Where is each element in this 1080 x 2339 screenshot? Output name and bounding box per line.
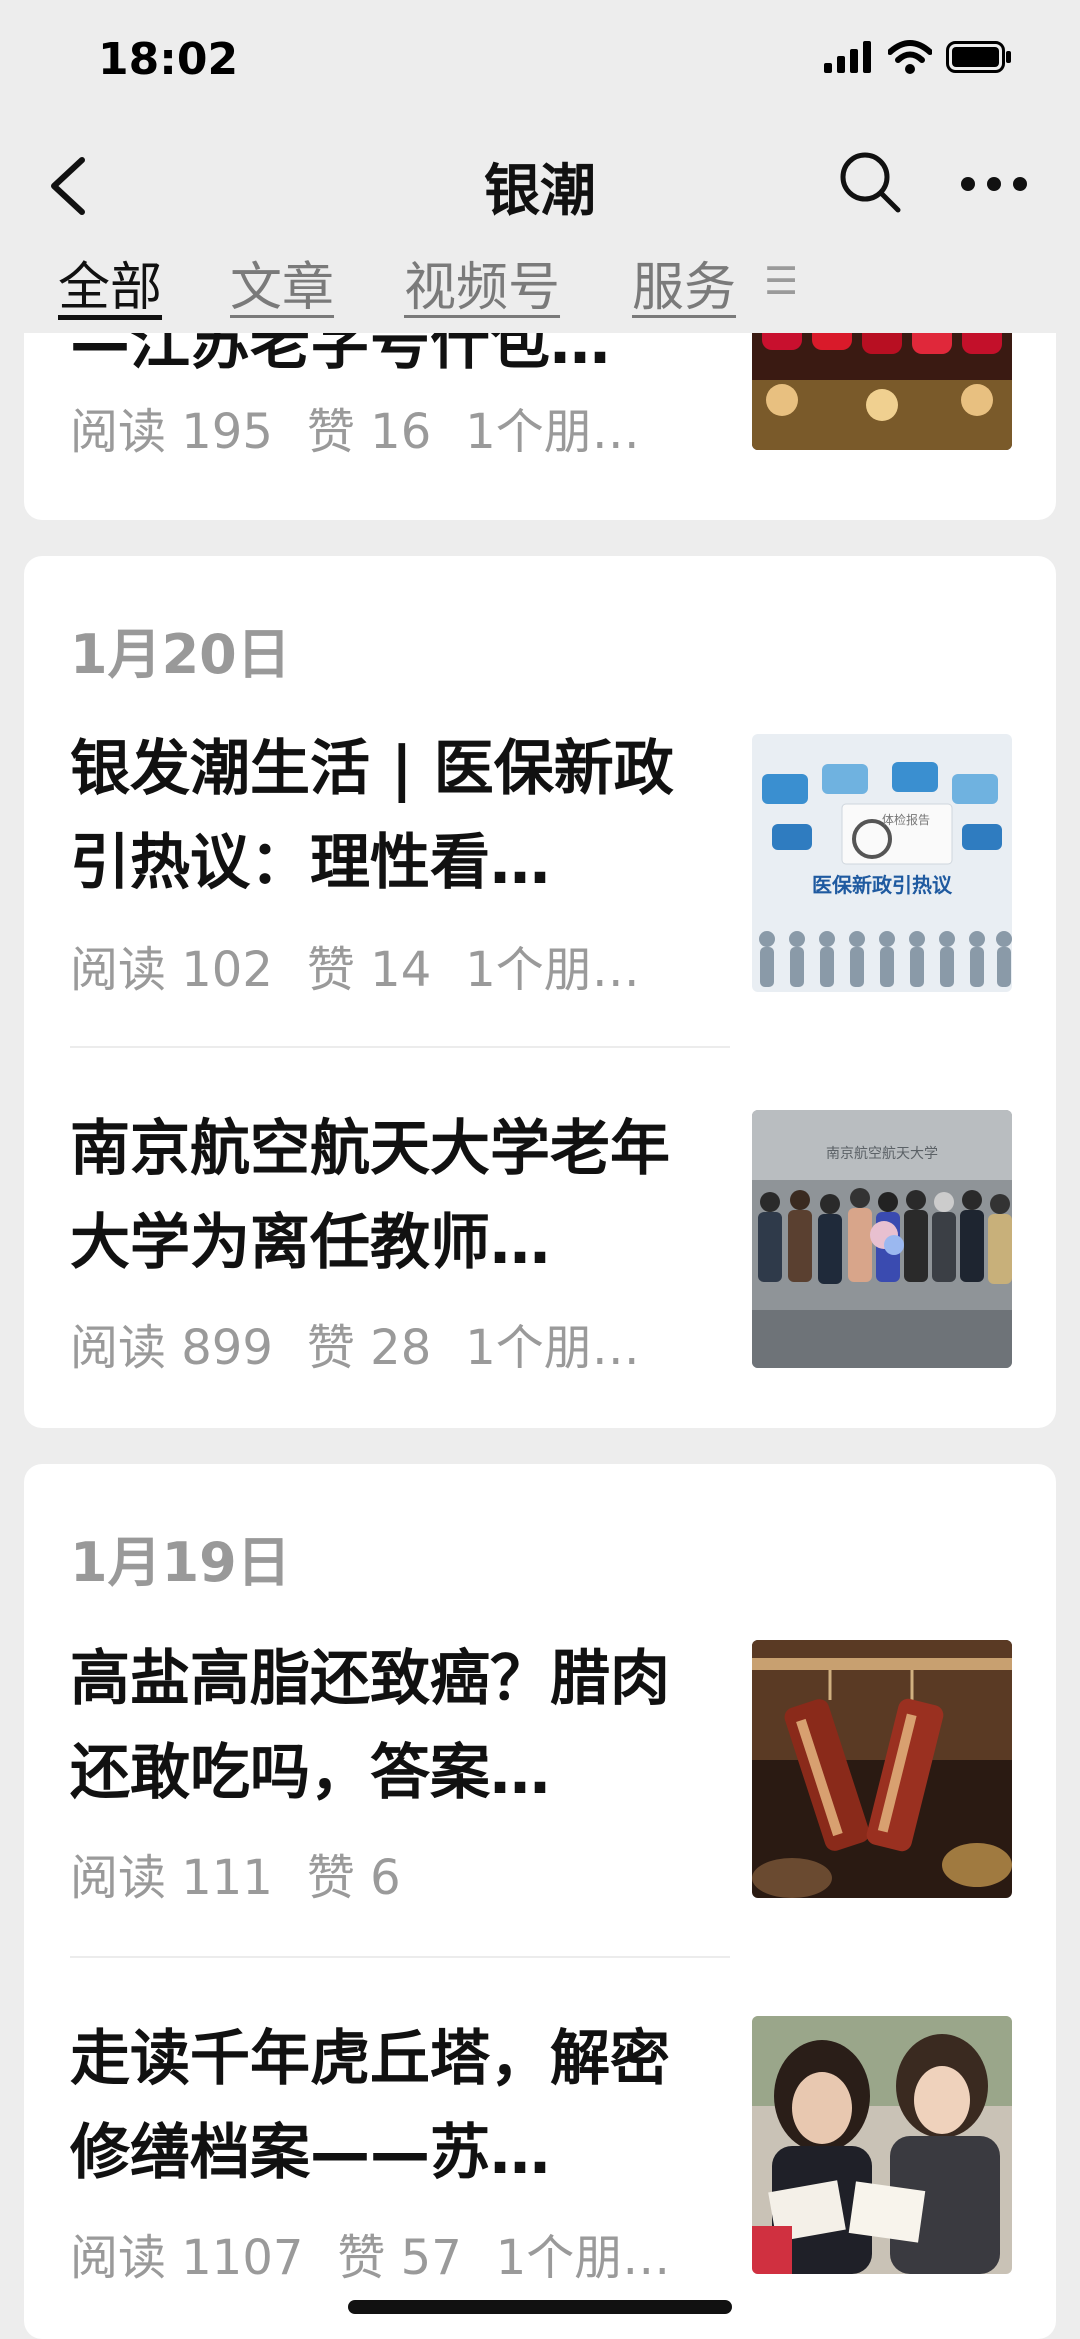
article-title: 走读千年虎丘塔，解密修缮档案——苏…: [70, 2024, 670, 2188]
article-title: 高盐高脂还致癌？腊肉还敢吃吗，答案…: [70, 1644, 670, 1808]
like-count: 赞 57: [337, 2230, 462, 2286]
wifi-icon: [888, 40, 932, 74]
thumb-report-text: 体检报告: [882, 812, 930, 827]
search-icon[interactable]: [838, 150, 902, 214]
article-meta: 阅读 1107 赞 57 1个朋…: [70, 2218, 704, 2288]
read-count: 阅读 899: [70, 1320, 273, 1376]
like-count: 赞 14: [306, 942, 432, 998]
group-date: 1月19日: [70, 1531, 291, 1594]
home-indicator: [348, 2300, 732, 2314]
article-thumbnail: 体检报告 医保新政引热议: [752, 734, 1012, 992]
group-date: 1月20日: [70, 623, 291, 686]
nav-bar: 银潮: [0, 120, 1080, 245]
friends-read: 1个朋…: [465, 404, 640, 460]
article-meta: 阅读 111 赞 6: [70, 1838, 435, 1908]
article-thumbnail: [752, 2016, 1012, 2274]
article-meta: 阅读 899 赞 28 1个朋…: [70, 1308, 674, 1378]
like-count: 赞 16: [306, 404, 432, 460]
date-group-card: 1月19日 高盐高脂还致癌？腊肉还敢吃吗，答案… 阅读 111 赞 6 走读千年…: [24, 1464, 1056, 2339]
read-count: 阅读 102: [70, 942, 273, 998]
read-count: 阅读 111: [70, 1850, 273, 1906]
friends-read: 1个朋…: [465, 1320, 640, 1376]
page-title: 银潮: [484, 159, 596, 224]
status-time: 18:02: [98, 34, 239, 85]
tab-all[interactable]: 全部: [58, 245, 162, 320]
article-meta: 阅读 195 赞 16 1个朋…: [70, 392, 674, 462]
status-icons: [824, 40, 1012, 74]
divider: [70, 1046, 730, 1048]
cellular-signal-icon: [824, 41, 871, 73]
thumb-caption: 医保新政引热议: [812, 873, 953, 897]
tab-bar: 全部 文章 视频号 服务 ☰: [0, 245, 1080, 333]
thumb-sign-text: 南京航空航天大学: [826, 1146, 938, 1162]
more-options-icon[interactable]: [960, 176, 1028, 192]
like-count: 赞 6: [306, 1850, 401, 1906]
battery-icon: [946, 41, 1011, 73]
friends-read: 1个朋…: [495, 2230, 671, 2286]
article-thumbnail: 南京航空航天大学: [752, 1110, 1012, 1368]
date-group-card: 1月20日 银发潮生活 | 医保新政引热议：理性看… 阅读 102 赞 14 1个朋…: [24, 556, 1056, 1428]
status-bar: 18:02: [0, 0, 1080, 120]
read-count: 阅读 195: [70, 404, 273, 460]
friends-read: 1个朋…: [465, 942, 640, 998]
read-count: 阅读 1107: [70, 2230, 304, 2286]
article-title: 银发潮生活 | 医保新政引热议：理性看…: [70, 734, 674, 898]
article-thumbnail: [752, 1640, 1012, 1898]
tab-services[interactable]: 服务: [632, 245, 736, 320]
divider: [70, 1956, 730, 1958]
tab-articles[interactable]: 文章: [230, 245, 334, 320]
article-title: 南京航空航天大学老年大学为离任教师…: [70, 1114, 670, 1278]
tab-menu-icon[interactable]: ☰: [764, 259, 798, 303]
article-meta: 阅读 102 赞 14 1个朋…: [70, 930, 674, 1000]
like-count: 赞 28: [306, 1320, 432, 1376]
tab-channels[interactable]: 视频号: [404, 245, 560, 320]
